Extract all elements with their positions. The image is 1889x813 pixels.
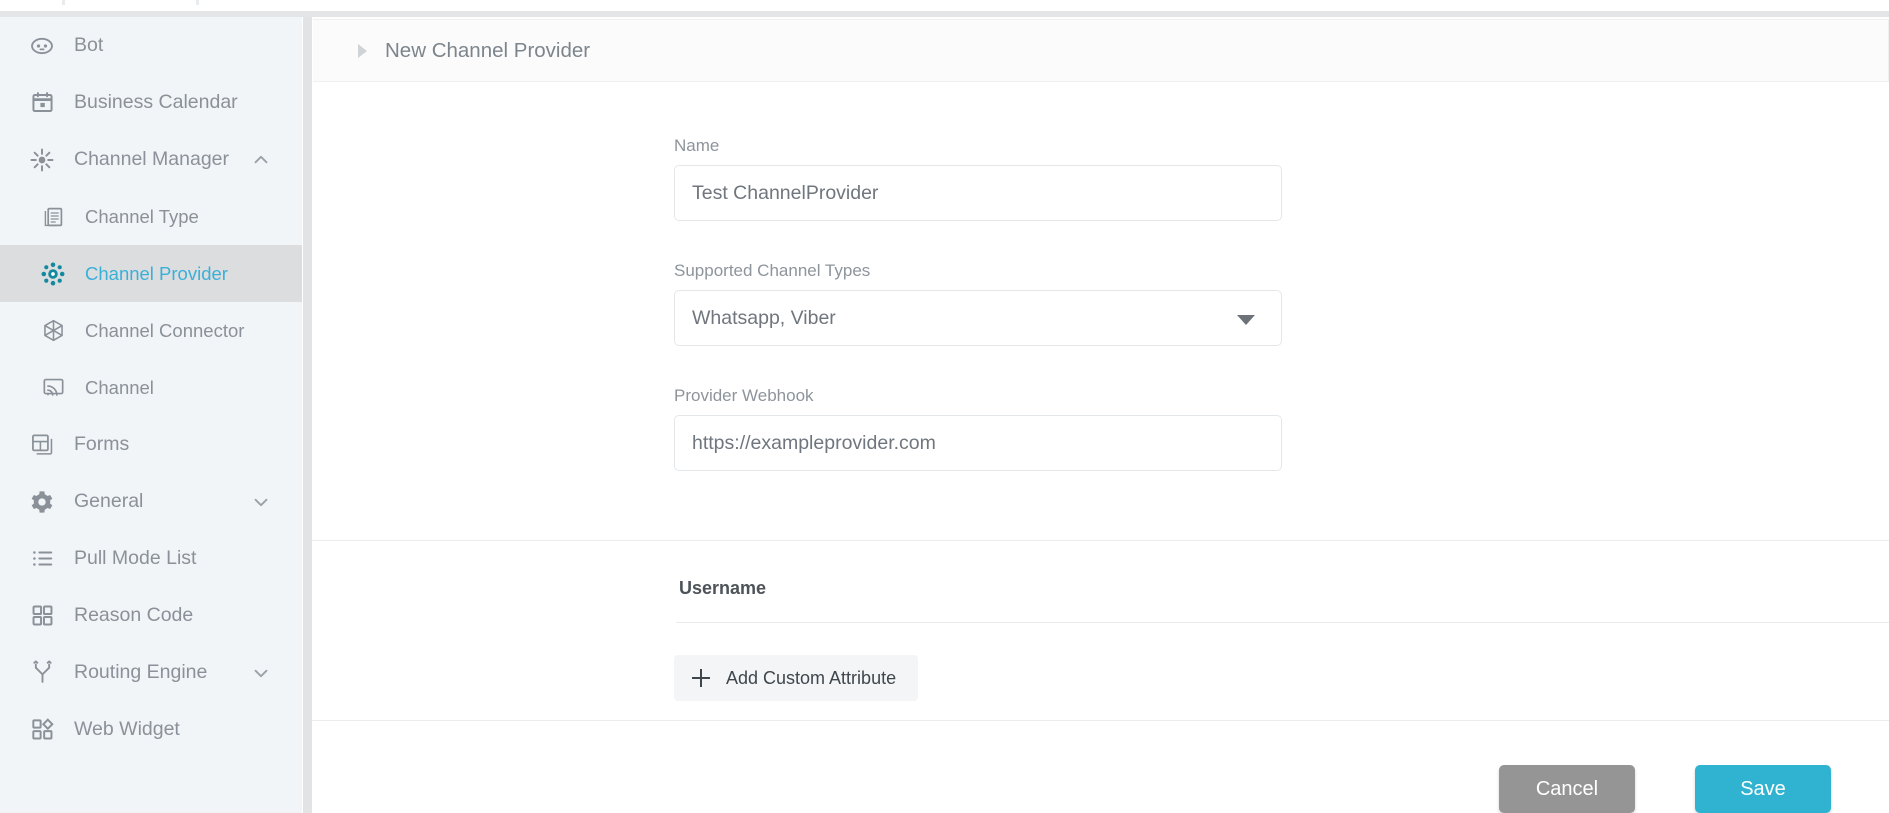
sidebar-item-label: Channel Provider xyxy=(85,263,228,285)
sidebar-item-forms[interactable]: Forms xyxy=(0,416,302,473)
chevron-up-icon[interactable] xyxy=(250,149,272,171)
sidebar-item-channel-provider[interactable]: Channel Provider xyxy=(0,245,302,302)
custom-attribute-row-rule xyxy=(676,622,1889,623)
provider-webhook-label: Provider Webhook xyxy=(674,386,1282,406)
calendar-icon xyxy=(27,88,57,118)
cancel-button[interactable]: Cancel xyxy=(1499,765,1635,813)
sidebar-item-label: Business Calendar xyxy=(74,91,238,114)
top-sliver-artifact-left xyxy=(62,0,65,5)
sidebar-item-label: General xyxy=(74,490,143,513)
chevron-down-icon[interactable] xyxy=(250,491,272,513)
sidebar-item-label: Reason Code xyxy=(74,604,193,627)
app-root: Bot Business Calendar Channel Manager Chann… xyxy=(0,0,1889,813)
channel-manager-icon xyxy=(27,145,57,175)
supported-channel-types-label: Supported Channel Types xyxy=(674,261,1282,281)
field-name: Name xyxy=(674,136,1282,221)
gear-icon xyxy=(27,487,57,517)
sidebar-item-label: Pull Mode List xyxy=(74,547,196,570)
save-button[interactable]: Save xyxy=(1695,765,1831,813)
sidebar-item-bot[interactable]: Bot xyxy=(0,17,302,74)
sidebar-item-general[interactable]: General xyxy=(0,473,302,530)
form-area: Name Supported Channel Types Whatsapp, V… xyxy=(312,83,1889,540)
add-custom-attribute-label: Add Custom Attribute xyxy=(726,668,896,689)
sidebar-scrollbar[interactable] xyxy=(303,17,312,813)
web-widget-icon xyxy=(27,715,57,745)
routing-icon xyxy=(27,658,57,688)
sidebar-item-label: Bot xyxy=(74,34,103,57)
supported-channel-types-select[interactable]: Whatsapp, Viber xyxy=(674,290,1282,346)
top-sliver xyxy=(0,0,1889,11)
top-sliver-artifact-right xyxy=(196,0,199,5)
sidebar-item-reason-code[interactable]: Reason Code xyxy=(0,587,302,644)
page-title: New Channel Provider xyxy=(385,39,590,63)
list-icon xyxy=(27,544,57,574)
custom-attributes-section: Username Add Custom Attribute xyxy=(312,541,1889,720)
chevron-down-icon xyxy=(1237,315,1255,325)
grid-icon xyxy=(27,601,57,631)
sidebar-item-label: Forms xyxy=(74,433,129,456)
sidebar-item-label: Web Widget xyxy=(74,718,180,741)
sidebar-item-label: Channel Type xyxy=(85,206,199,228)
panel-header: New Channel Provider xyxy=(313,19,1889,82)
sidebar-item-label: Channel xyxy=(85,377,154,399)
sidebar-item-channel[interactable]: Channel xyxy=(0,359,302,416)
field-supported-channel-types: Supported Channel Types Whatsapp, Viber xyxy=(674,261,1282,346)
custom-attribute-column-header: Username xyxy=(679,578,766,599)
sidebar-item-channel-manager[interactable]: Channel Manager xyxy=(0,131,302,188)
sidebar-item-web-widget[interactable]: Web Widget xyxy=(0,701,302,758)
sidebar-nav: Bot Business Calendar Channel Manager Chann… xyxy=(0,17,303,813)
channel-icon xyxy=(38,373,68,403)
name-label: Name xyxy=(674,136,1282,156)
channel-connector-icon xyxy=(38,316,68,346)
sidebar-item-routing-engine[interactable]: Routing Engine xyxy=(0,644,302,701)
main-panel: New Channel Provider Name Supported Chan… xyxy=(312,17,1889,813)
add-custom-attribute-button[interactable]: Add Custom Attribute xyxy=(674,655,918,701)
channel-type-icon xyxy=(38,202,68,232)
sidebar-item-channel-type[interactable]: Channel Type xyxy=(0,188,302,245)
chevron-down-icon[interactable] xyxy=(250,662,272,684)
name-input[interactable] xyxy=(674,165,1282,221)
sidebar-item-label: Channel Connector xyxy=(85,320,244,342)
sidebar-item-business-calendar[interactable]: Business Calendar xyxy=(0,74,302,131)
footer-actions: Cancel Save xyxy=(312,721,1889,813)
sidebar-item-label: Routing Engine xyxy=(74,661,207,684)
supported-channel-types-value: Whatsapp, Viber xyxy=(692,307,836,330)
bot-icon xyxy=(27,31,57,61)
sidebar-item-channel-connector[interactable]: Channel Connector xyxy=(0,302,302,359)
plus-icon xyxy=(692,669,710,687)
sidebar-item-pull-mode-list[interactable]: Pull Mode List xyxy=(0,530,302,587)
sidebar-item-label: Channel Manager xyxy=(74,148,229,171)
field-provider-webhook: Provider Webhook xyxy=(674,386,1282,471)
provider-webhook-input[interactable] xyxy=(674,415,1282,471)
forms-icon xyxy=(27,430,57,460)
triangle-right-icon[interactable] xyxy=(358,44,367,58)
channel-provider-icon xyxy=(38,259,68,289)
